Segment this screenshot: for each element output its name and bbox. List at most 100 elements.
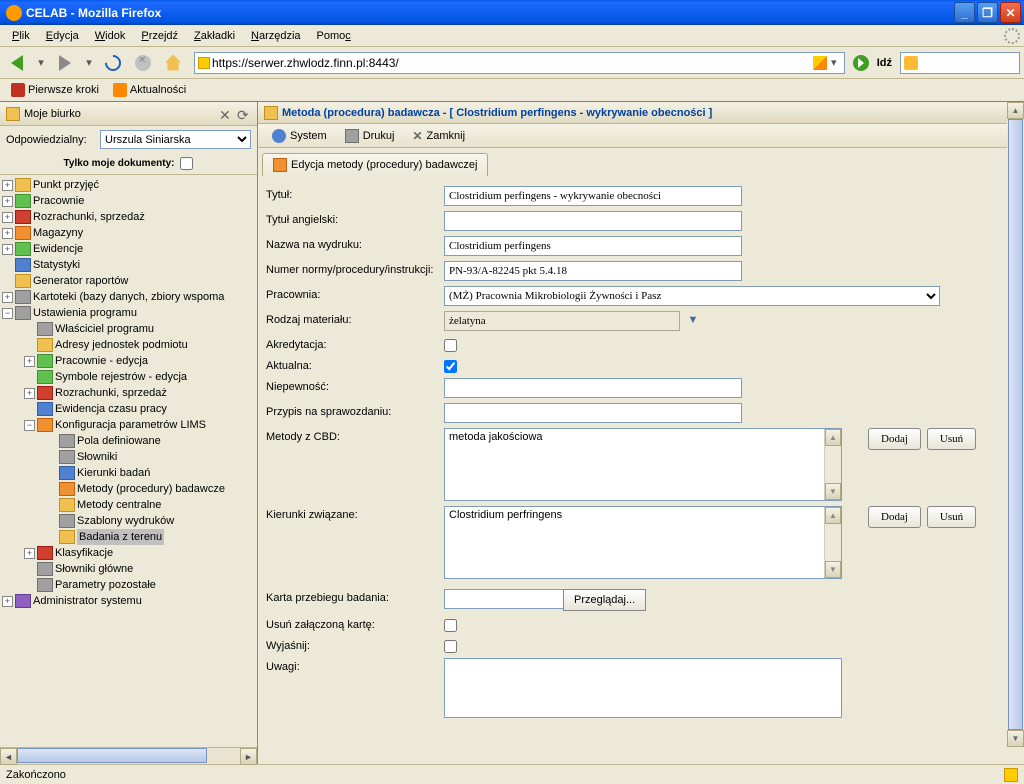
stop-button[interactable]: [130, 50, 156, 76]
tree-node[interactable]: Statystyki: [33, 257, 80, 273]
url-bar[interactable]: ▾: [194, 52, 845, 74]
scroll-up-icon[interactable]: ▲: [825, 429, 841, 446]
tree-node[interactable]: Ustawienia programu: [33, 305, 137, 321]
security-icon[interactable]: [1004, 768, 1018, 782]
tree-node[interactable]: Szablony wydruków: [77, 513, 174, 529]
tree-node[interactable]: Kierunki badań: [77, 465, 150, 481]
checkbox-wyjasnij[interactable]: [444, 640, 457, 653]
toolbar-print[interactable]: Drukuj: [337, 127, 403, 145]
button-kier-add[interactable]: Dodaj: [868, 506, 921, 528]
button-cbd-del[interactable]: Usuń: [927, 428, 976, 450]
scroll-down-icon[interactable]: ▼: [825, 483, 841, 500]
edit-icon[interactable]: [813, 56, 827, 70]
forward-button[interactable]: [52, 50, 78, 76]
textarea-uwagi[interactable]: [444, 658, 842, 718]
tree-node[interactable]: Symbole rejestrów - edycja: [55, 369, 187, 385]
back-button[interactable]: [4, 50, 30, 76]
menu-edit[interactable]: Edycja: [38, 28, 87, 44]
tree-node[interactable]: Pracownie: [33, 193, 84, 209]
input-nazwa-wydruk[interactable]: [444, 236, 742, 256]
tree-node[interactable]: Słowniki: [77, 449, 117, 465]
tree-node[interactable]: Magazyny: [33, 225, 83, 241]
toolbar-system[interactable]: System: [264, 127, 335, 145]
input-karta[interactable]: [444, 589, 564, 609]
tree-node[interactable]: Pola definiowane: [77, 433, 161, 449]
tree-node[interactable]: Metody (procedury) badawcze: [77, 481, 225, 497]
input-tytul-ang[interactable]: [444, 211, 742, 231]
input-niepewnosc[interactable]: [444, 378, 742, 398]
tree-node[interactable]: Generator raportów: [33, 273, 128, 289]
go-icon[interactable]: [853, 55, 869, 71]
tree-node[interactable]: Słowniki główne: [55, 561, 133, 577]
scroll-thumb[interactable]: [17, 748, 207, 763]
url-input[interactable]: [212, 56, 813, 70]
back-dropdown[interactable]: ▾: [34, 56, 48, 69]
tree-node[interactable]: Konfiguracja parametrów LIMS: [55, 417, 206, 433]
menu-tools[interactable]: Narzędzia: [243, 28, 309, 44]
input-tytul[interactable]: [444, 186, 742, 206]
tree-node[interactable]: Pracownie - edycja: [55, 353, 148, 369]
forward-dropdown[interactable]: ▾: [82, 56, 96, 69]
tree-node[interactable]: Punkt przyjęć: [33, 177, 99, 193]
vscroll-thumb[interactable]: [1008, 119, 1023, 730]
tree-node[interactable]: Właściciel programu: [55, 321, 154, 337]
input-przypis[interactable]: [444, 403, 742, 423]
tree-node-selected[interactable]: Badania z terenu: [77, 529, 164, 545]
leaf-icon: [59, 434, 75, 448]
listbox-kierunki[interactable]: Clostridium perfringens▲▼: [444, 506, 842, 579]
search-box[interactable]: [900, 52, 1020, 74]
window-close-button[interactable]: ✕: [1000, 2, 1021, 23]
responsible-select[interactable]: Urszula Siniarska: [100, 130, 251, 149]
maximize-button[interactable]: ❐: [977, 2, 998, 23]
url-dropdown[interactable]: ▾: [827, 56, 841, 69]
onlymine-label: Tylko moje dokumenty:: [64, 158, 175, 169]
menu-help[interactable]: Pomoc: [309, 28, 359, 44]
tree-node[interactable]: Rozrachunki, sprzedaż: [33, 209, 145, 225]
scroll-left-button[interactable]: ◄: [0, 748, 17, 765]
scroll-up-icon[interactable]: ▲: [825, 507, 841, 524]
go-label[interactable]: Idź: [873, 57, 896, 69]
scroll-down-button[interactable]: ▼: [1007, 730, 1024, 747]
home-button[interactable]: [160, 50, 186, 76]
tree-node[interactable]: Administrator systemu: [33, 593, 142, 609]
menu-file[interactable]: Plik: [4, 28, 38, 44]
sidebar-hscrollbar[interactable]: ◄ ►: [0, 747, 257, 764]
tree-node[interactable]: Ewidencje: [33, 241, 83, 257]
tree-node[interactable]: Kartoteki (bazy danych, zbiory wspoma: [33, 289, 224, 305]
main-panel: Metoda (procedura) badawcza - [ Clostrid…: [258, 102, 1024, 764]
rodzaj-dropdown-icon[interactable]: ▼: [684, 311, 702, 329]
button-kier-del[interactable]: Usuń: [927, 506, 976, 528]
main-vscrollbar[interactable]: ▲ ▼: [1007, 102, 1024, 764]
button-browse[interactable]: Przeglądaj...: [563, 589, 646, 611]
collapse-icon[interactable]: ✕: [219, 107, 233, 121]
tree-node[interactable]: Metody centralne: [77, 497, 161, 513]
menu-view[interactable]: Widok: [87, 28, 134, 44]
reload-button[interactable]: [100, 50, 126, 76]
scroll-up-button[interactable]: ▲: [1007, 102, 1024, 119]
menu-go[interactable]: Przejdź: [133, 28, 186, 44]
tree-node[interactable]: Ewidencja czasu pracy: [55, 401, 167, 417]
scroll-down-icon[interactable]: ▼: [825, 561, 841, 578]
input-norma[interactable]: [444, 261, 742, 281]
onlymine-checkbox[interactable]: [180, 157, 193, 170]
bookmark-news[interactable]: Aktualności: [108, 81, 191, 99]
checkbox-akredytacja[interactable]: [444, 339, 457, 352]
tab-edit-method[interactable]: Edycja metody (procedury) badawczej: [262, 153, 488, 176]
select-pracownia[interactable]: (MŻ) Pracownia Mikrobiologii Żywności i …: [444, 286, 940, 306]
minimize-button[interactable]: _: [954, 2, 975, 23]
button-cbd-add[interactable]: Dodaj: [868, 428, 921, 450]
tree-node[interactable]: Parametry pozostałe: [55, 577, 156, 593]
refresh-panel-icon[interactable]: ⟳: [237, 107, 251, 121]
tree-node[interactable]: Klasyfikacje: [55, 545, 113, 561]
scroll-right-button[interactable]: ►: [240, 748, 257, 765]
menu-bookmarks[interactable]: Zakładki: [186, 28, 243, 44]
checkbox-aktualna[interactable]: [444, 360, 457, 373]
bookmark-first-steps[interactable]: Pierwsze kroki: [6, 81, 104, 99]
toolbar-close[interactable]: ✕Zamknij: [404, 127, 473, 145]
tree-node[interactable]: Adresy jednostek podmiotu: [55, 337, 188, 353]
listbox-cbd[interactable]: metoda jakościowa▲▼: [444, 428, 842, 501]
expand-toggle[interactable]: +: [2, 180, 13, 191]
checkbox-usun-karte[interactable]: [444, 619, 457, 632]
label-tytul: Tytuł:: [266, 186, 444, 201]
tree-node[interactable]: Rozrachunki, sprzedaż: [55, 385, 167, 401]
